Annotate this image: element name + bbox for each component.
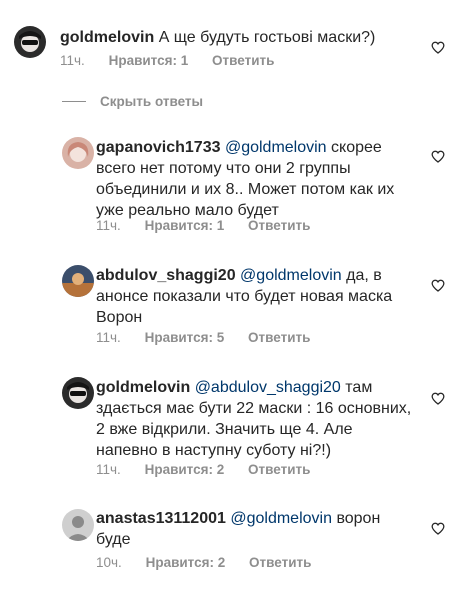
hide-replies-label: Скрыть ответы <box>100 94 204 109</box>
heart-outline-icon[interactable] <box>431 41 445 54</box>
comment-time: 11ч. <box>96 218 121 233</box>
reply-button[interactable]: Ответить <box>248 218 310 233</box>
username[interactable]: abdulov_shaggi20 <box>96 267 236 284</box>
comment-time: 11ч. <box>60 53 85 68</box>
reply-button[interactable]: Ответить <box>249 555 311 570</box>
divider <box>62 101 86 102</box>
hide-replies-button[interactable]: Скрыть ответы <box>62 94 203 109</box>
likes-count[interactable]: Нравится: 1 <box>109 53 189 68</box>
reply-button[interactable]: Ответить <box>212 53 274 68</box>
username[interactable]: gapanovich1733 <box>96 139 221 156</box>
username[interactable]: goldmelovin <box>60 29 154 46</box>
comment-text: А ще будуть гостьові маски?) <box>158 29 376 46</box>
likes-count[interactable]: Нравится: 1 <box>145 218 225 233</box>
comment-time: 11ч. <box>96 462 121 477</box>
username[interactable]: anastas13112001 <box>96 510 226 527</box>
reply-button[interactable]: Ответить <box>248 462 310 477</box>
heart-outline-icon[interactable] <box>431 392 445 405</box>
likes-count[interactable]: Нравится: 2 <box>146 555 226 570</box>
mention-link[interactable]: @goldmelovin <box>230 510 332 527</box>
avatar[interactable] <box>62 377 94 409</box>
likes-count[interactable]: Нравится: 2 <box>145 462 225 477</box>
username[interactable]: goldmelovin <box>96 379 190 396</box>
mention-link[interactable]: @goldmelovin <box>240 267 342 284</box>
comment-time: 11ч. <box>96 330 121 345</box>
mention-link[interactable]: @goldmelovin <box>225 139 327 156</box>
avatar[interactable] <box>62 265 94 297</box>
avatar[interactable] <box>62 137 94 169</box>
heart-outline-icon[interactable] <box>431 150 445 163</box>
heart-outline-icon[interactable] <box>431 522 445 535</box>
likes-count[interactable]: Нравится: 5 <box>145 330 225 345</box>
reply-button[interactable]: Ответить <box>248 330 310 345</box>
comment-time: 10ч. <box>96 555 122 570</box>
avatar[interactable] <box>14 26 46 58</box>
heart-outline-icon[interactable] <box>431 279 445 292</box>
mention-link[interactable]: @abdulov_shaggi20 <box>195 379 341 396</box>
avatar[interactable] <box>62 509 94 541</box>
